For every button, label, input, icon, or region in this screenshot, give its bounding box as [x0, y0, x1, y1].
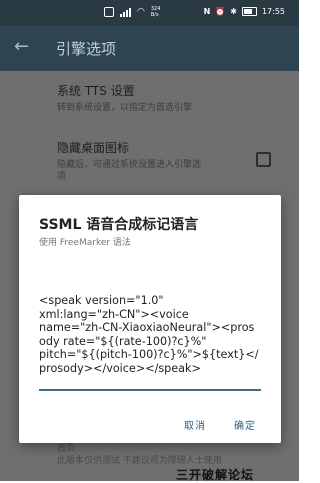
setting-subtitle: 隐藏后，可通过系统设置进入引擎选 项 — [57, 160, 202, 182]
setting-title: 系统 TTS 设置 — [57, 84, 135, 98]
alarm-icon: ⏰ — [215, 7, 226, 16]
page-title: 引擎选项 — [56, 40, 117, 58]
battery-icon — [241, 7, 257, 16]
cancel-button[interactable]: 取消 — [184, 417, 206, 432]
setting-subtitle: 转到系统设置，以指定为首选引擎 — [57, 103, 193, 113]
nfc-icon: N — [203, 7, 211, 16]
app-bar: ← 引擎选项 — [0, 26, 299, 71]
data-speed: 324 B/s — [150, 6, 161, 18]
watermark-text: 三开破解论坛 — [176, 468, 255, 482]
status-bar: ◠ 324 B/s N ⏰ ✱ 17:55 — [0, 0, 299, 26]
dialog-subtitle: 使用 FreeMarker 语法 — [39, 238, 131, 248]
notification-icon — [104, 7, 114, 17]
signal-icon — [120, 7, 131, 17]
wifi-icon: ◠ — [137, 7, 145, 17]
input-underline — [39, 389, 261, 391]
dialog-title: SSML 语音合成标记语言 — [39, 217, 199, 233]
setting-title: 隐藏桌面图标 — [57, 141, 130, 155]
ssml-input[interactable]: <speak version="1.0" xml:lang="zh-CN"><v… — [39, 294, 261, 375]
ok-button[interactable]: 确定 — [234, 417, 256, 432]
status-time: 17:55 — [261, 7, 285, 16]
status-left-icons: ◠ 324 B/s — [104, 6, 160, 18]
hide-icon-checkbox[interactable] — [256, 152, 271, 167]
back-arrow-icon[interactable]: ← — [14, 36, 29, 57]
setting-hide-icon[interactable]: 隐藏桌面图标 隐藏后，可通过系统设置进入引擎选 项 — [57, 139, 201, 183]
setting-system-tts[interactable]: 系统 TTS 设置 转到系统设置，以指定为首选引擎 — [57, 82, 192, 114]
ssml-dialog: SSML 语音合成标记语言 使用 FreeMarker 语法 <speak ve… — [19, 195, 281, 443]
background-line: 此版本仅供测试 不建议视为障碍人士使用 — [57, 456, 222, 466]
bluetooth-icon: ✱ — [230, 7, 237, 16]
status-right-icons: N ⏰ ✱ 17:55 — [204, 7, 285, 16]
